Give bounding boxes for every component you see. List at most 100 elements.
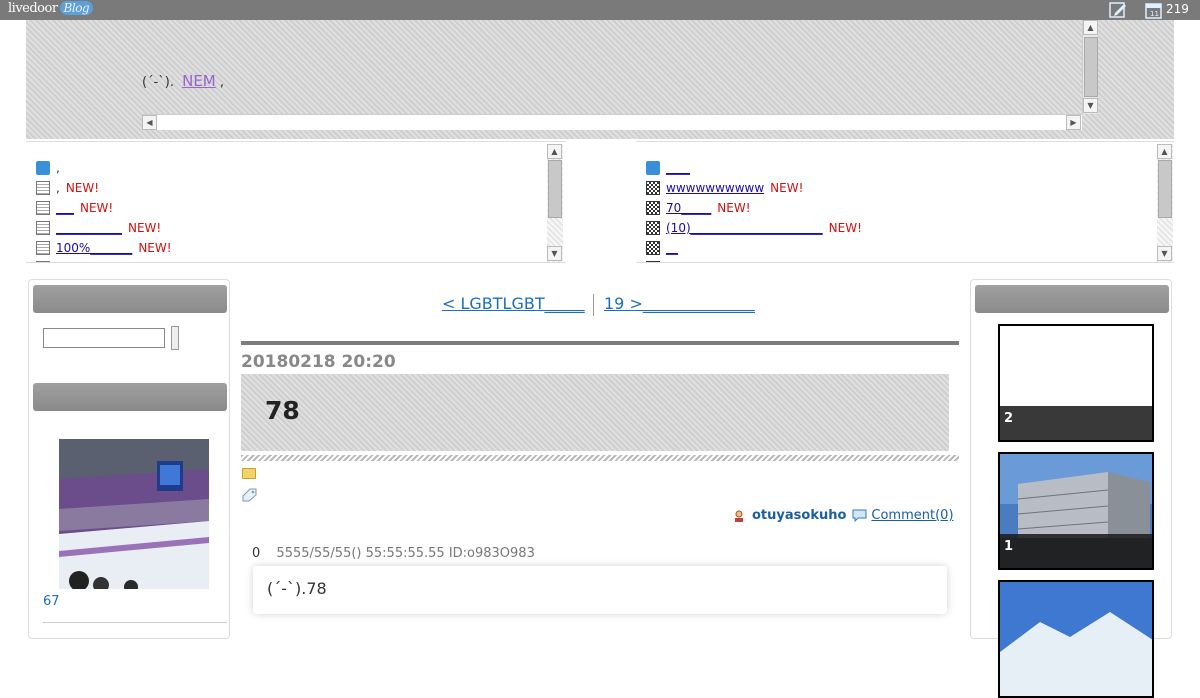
scroll-left-icon[interactable]: ◀: [142, 115, 157, 130]
title-underline: [241, 455, 959, 461]
scroll-thumb[interactable]: [548, 160, 562, 218]
antenna-links-left: ,, NEW! ___ NEW! ___________ NEW! 100%_______ N…: [26, 141, 566, 263]
scroll-up-icon[interactable]: ▲: [1083, 20, 1098, 35]
link-list-left: ,, NEW! ___ NEW! ___________ NEW! 100%_______ N…: [36, 158, 172, 262]
new-badge: NEW!: [65, 181, 100, 195]
feather-icon: [646, 161, 660, 175]
header-emoticon: (´-`).: [142, 75, 174, 90]
user-icon: [732, 509, 746, 523]
ranking-section-header: [975, 285, 1169, 313]
tag-icon[interactable]: [242, 487, 257, 502]
qr-icon: [646, 221, 660, 235]
list-item-link[interactable]: __: [666, 261, 678, 262]
scroll-up-icon[interactable]: ▲: [1157, 144, 1172, 159]
list-item: ____ NEW!: [36, 258, 172, 262]
ranking-thumbnail-2[interactable]: 2: [998, 324, 1154, 442]
list-item-link[interactable]: (10)______________________: [666, 221, 823, 235]
post-meta-text: 5555/55/55() 55:55:55.55 ID:o983O983: [276, 546, 535, 561]
header-text: (´-`). NEM ,: [142, 72, 224, 90]
new-badge: NEW!: [86, 261, 119, 262]
folder-icon[interactable]: [242, 468, 256, 479]
featured-image-skating-rink[interactable]: [59, 439, 209, 589]
ranking-thumbnail-1[interactable]: 1: [998, 452, 1154, 570]
page-icon: [36, 181, 50, 195]
list-item-link[interactable]: 100%_______: [56, 241, 132, 255]
list-item-link[interactable]: wwwwwwwwww: [666, 181, 764, 195]
article-date: 20180218 20:20: [241, 352, 396, 372]
page-icon: [36, 261, 50, 262]
edit-icon[interactable]: [1108, 1, 1128, 19]
livedoor-blog-logo[interactable]: livedoor Blog: [8, 1, 94, 19]
new-badge: NEW!: [770, 181, 804, 195]
new-badge: NEW!: [138, 241, 172, 255]
previous-article-link[interactable]: < LGBTLGBT_____: [442, 294, 585, 313]
sidebar-divider: [43, 622, 227, 623]
page-icon: [36, 241, 50, 255]
scroll-down-icon[interactable]: ▼: [1157, 246, 1172, 261]
list-item-tail: ,: [56, 181, 60, 195]
post-text: (´-`).78: [267, 579, 327, 598]
list-item: __: [646, 238, 862, 258]
new-badge: NEW!: [80, 201, 114, 215]
next-article-link[interactable]: 19 >______________: [604, 294, 755, 313]
link-list-right: ____ wwwwwwwwww NEW! 70_____ NEW! (10)_______…: [646, 158, 862, 262]
links-left-scrollbar[interactable]: ▲ ▼: [547, 144, 563, 262]
scroll-right-icon[interactable]: ▶: [1066, 115, 1081, 130]
search-button[interactable]: [171, 326, 179, 350]
scroll-down-icon[interactable]: ▼: [1083, 98, 1098, 113]
article-title[interactable]: 78: [265, 396, 300, 425]
new-badge: NEW!: [828, 221, 862, 235]
list-item-link[interactable]: 70_____: [666, 201, 711, 215]
comment-icon: [852, 509, 867, 523]
header-link[interactable]: NEM: [182, 72, 216, 90]
list-item: ,: [36, 158, 172, 178]
right-sidebar: 2 1: [970, 279, 1172, 698]
header-vertical-scrollbar[interactable]: ▲ ▼: [1082, 20, 1098, 114]
list-item: wwwwwwwwww NEW!: [646, 178, 862, 198]
article-pager: < LGBTLGBT_____ 19 >______________: [241, 290, 959, 320]
scroll-down-icon[interactable]: ▼: [547, 246, 562, 261]
list-item-link[interactable]: ___________: [56, 221, 122, 235]
pager-divider: [593, 294, 594, 316]
author-name[interactable]: otuyasokuho: [752, 508, 846, 523]
article-top-rule: [241, 341, 959, 345]
thumbnail-label: 2: [1000, 406, 1152, 440]
list-item-link[interactable]: __: [666, 241, 678, 255]
logo-main-text: livedoor: [8, 1, 58, 16]
list-item: 70_____ NEW!: [646, 198, 862, 218]
header-horizontal-scrollbar[interactable]: ◀ ▶: [142, 114, 1082, 130]
list-item: __: [646, 258, 862, 262]
comment-link[interactable]: Comment(0): [871, 508, 953, 523]
list-item-link[interactable]: ____: [666, 161, 690, 175]
links-right-scrollbar[interactable]: ▲ ▼: [1157, 144, 1173, 262]
post-number: 0: [252, 546, 261, 561]
list-item: (10)______________________ NEW!: [646, 218, 862, 238]
list-item: 100%_______ NEW!: [36, 238, 172, 258]
list-item-tail: ,: [56, 161, 60, 175]
search-input[interactable]: [43, 328, 165, 348]
access-counter: 219: [1166, 2, 1189, 16]
scroll-thumb[interactable]: [1158, 160, 1172, 218]
search-section-header: [33, 285, 227, 313]
calendar-icon[interactable]: 11: [1144, 1, 1164, 19]
thumbnail-label: 1: [1000, 534, 1152, 568]
scroll-thumb[interactable]: [1084, 37, 1098, 97]
page-icon: [36, 201, 50, 215]
ranking-thumbnail-3[interactable]: [998, 580, 1154, 698]
post-body: (´-`).78: [253, 566, 947, 614]
qr-icon: [646, 201, 660, 215]
new-badge: NEW!: [717, 201, 751, 215]
featured-count[interactable]: 67: [43, 594, 60, 609]
logo-sub-text: Blog: [59, 1, 94, 15]
list-item: ___ NEW!: [36, 198, 172, 218]
list-item: ____: [646, 158, 862, 178]
post-meta: 0 5555/55/55() 55:55:55.55 ID:o983O983: [252, 546, 535, 561]
list-item: , NEW!: [36, 178, 172, 198]
header-banner: (´-`). NEM , ▲ ▼ ◀ ▶: [26, 20, 1174, 139]
scroll-up-icon[interactable]: ▲: [547, 144, 562, 159]
new-badge: NEW!: [128, 221, 162, 235]
svg-text:11: 11: [1150, 10, 1159, 18]
list-item-link[interactable]: ___: [56, 201, 74, 215]
qr-icon: [646, 241, 660, 255]
list-item-link[interactable]: ____: [56, 261, 80, 262]
